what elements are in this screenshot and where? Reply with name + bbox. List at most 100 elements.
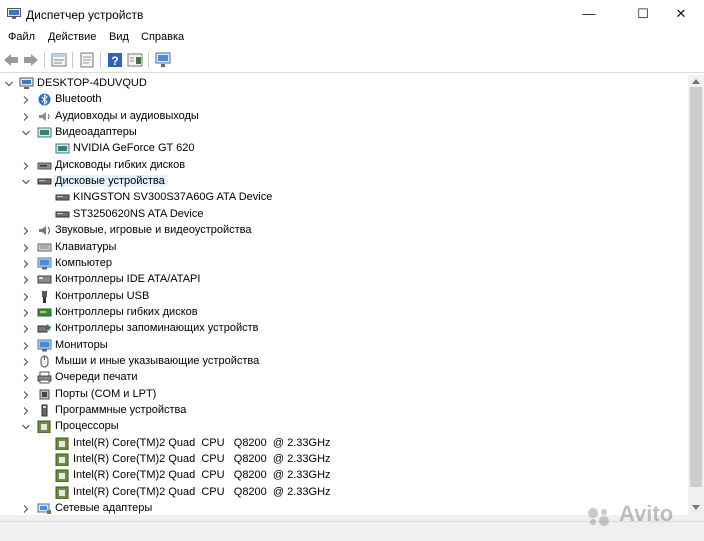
chevron-right-icon[interactable] xyxy=(21,259,31,269)
monitor-icon xyxy=(37,339,52,352)
tree-item-label: Контроллеры USB xyxy=(55,289,150,302)
tree-category[interactable]: Мыши и иные указывающие устройства xyxy=(0,354,688,370)
tree-category[interactable]: Программные устройства xyxy=(0,403,688,419)
vertical-scrollbar[interactable] xyxy=(688,75,704,515)
tree-category[interactable]: Контроллеры IDE ATA/ATAPI xyxy=(0,272,688,288)
help-icon[interactable]: ? xyxy=(106,51,124,69)
tree-category[interactable]: Bluetooth xyxy=(0,92,688,108)
tree-device[interactable]: Intel(R) Core(TM)2 Quad CPU Q8200 @ 2.33… xyxy=(0,485,688,501)
toolbar: ? xyxy=(0,48,704,73)
tree-category[interactable]: Сетевые адаптеры xyxy=(0,501,688,515)
audio-icon xyxy=(39,111,50,121)
tree-device[interactable]: NVIDIA GeForce GT 620 xyxy=(0,141,688,157)
properties-icon[interactable] xyxy=(50,51,68,69)
network-adapter-icon xyxy=(37,503,51,515)
tree-item-label: NVIDIA GeForce GT 620 xyxy=(73,142,195,155)
floppy-drive-icon xyxy=(37,162,52,170)
tree-category[interactable]: Клавиатуры xyxy=(0,240,688,256)
chevron-right-icon[interactable] xyxy=(21,275,31,285)
tree-item-label: Контроллеры запоминающих устройств xyxy=(55,322,259,335)
toolbar-separator xyxy=(44,52,45,68)
display-adapter-icon xyxy=(55,143,70,154)
tree-device[interactable]: Intel(R) Core(TM)2 Quad CPU Q8200 @ 2.33… xyxy=(0,452,688,468)
tree-category[interactable]: Звуковые, игровые и видеоустройства xyxy=(0,223,688,239)
chevron-right-icon[interactable] xyxy=(21,390,31,400)
back-icon[interactable] xyxy=(2,51,20,69)
tree-category[interactable]: Процессоры xyxy=(0,419,688,435)
monitor-icon xyxy=(37,257,52,270)
tree-device[interactable]: Intel(R) Core(TM)2 Quad CPU Q8200 @ 2.33… xyxy=(0,436,688,452)
forward-icon[interactable] xyxy=(22,51,40,69)
chevron-down-icon[interactable] xyxy=(21,422,31,432)
chevron-right-icon[interactable] xyxy=(21,112,31,122)
chevron-right-icon[interactable] xyxy=(21,226,31,236)
chevron-right-icon[interactable] xyxy=(21,95,31,105)
device-tree[interactable]: DESKTOP-4DUVQUD Bluetooth Аудиовходы и ауд… xyxy=(0,75,688,515)
tree-category[interactable]: Контроллеры гибких дисков xyxy=(0,305,688,321)
toolbar-separator xyxy=(100,52,101,68)
chevron-right-icon[interactable] xyxy=(21,504,31,514)
minimize-button[interactable]: — xyxy=(566,0,612,28)
tree-item-label: Аудиовходы и аудиовыходы xyxy=(55,109,199,122)
tree-item-label: Intel(R) Core(TM)2 Quad CPU Q8200 @ 2.33… xyxy=(73,436,331,449)
processor-icon xyxy=(55,437,69,450)
tree-item-label: DESKTOP-4DUVQUD xyxy=(37,77,147,89)
ide-controller-icon xyxy=(37,275,52,284)
update-driver-icon[interactable] xyxy=(78,51,96,69)
chevron-right-icon[interactable] xyxy=(21,243,31,253)
tree-item-label: ST3250620NS ATA Device xyxy=(73,207,204,220)
disk-drive-icon xyxy=(37,178,52,185)
tree-root[interactable]: DESKTOP-4DUVQUD xyxy=(0,76,688,92)
computer-icon xyxy=(19,77,34,89)
tree-category[interactable]: Дисководы гибких дисков xyxy=(0,158,688,174)
tree-item-label: Intel(R) Core(TM)2 Quad CPU Q8200 @ 2.33… xyxy=(73,453,331,466)
tree-category[interactable]: Контроллеры USB xyxy=(0,289,688,305)
menu-view[interactable]: Вид xyxy=(109,31,129,43)
chevron-right-icon[interactable] xyxy=(21,357,31,367)
tree-category[interactable]: Порты (COM и LPT) xyxy=(0,387,688,403)
chevron-down-icon[interactable] xyxy=(4,79,14,89)
chevron-right-icon[interactable] xyxy=(21,373,31,383)
chevron-right-icon[interactable] xyxy=(21,292,31,302)
tree-item-label: Клавиатуры xyxy=(55,240,117,253)
window-title: Диспетчер устройств xyxy=(26,8,144,22)
tree-category[interactable]: Аудиовходы и аудиовыходы xyxy=(0,109,688,125)
chevron-right-icon[interactable] xyxy=(21,161,31,171)
tree-category[interactable]: Мониторы xyxy=(0,338,688,354)
chevron-right-icon[interactable] xyxy=(21,341,31,351)
tree-category[interactable]: Очереди печати xyxy=(0,370,688,386)
scan-hardware-icon[interactable] xyxy=(154,51,172,69)
tree-item-label: Видеоадаптеры xyxy=(55,126,137,139)
disk-drive-icon xyxy=(55,211,70,218)
tree-category[interactable]: Компьютер xyxy=(0,256,688,272)
tree-item-label: Дисковые устройства xyxy=(53,175,167,188)
menu-action[interactable]: Действие xyxy=(48,31,96,43)
tree-item-label: Мониторы xyxy=(55,338,108,351)
menu-file[interactable]: Файл xyxy=(8,31,35,43)
scroll-down-icon[interactable] xyxy=(692,505,700,511)
scrollbar-thumb[interactable] xyxy=(690,87,702,487)
processor-icon xyxy=(55,486,69,499)
bluetooth-icon xyxy=(38,93,51,106)
tree-device[interactable]: ST3250620NS ATA Device xyxy=(0,207,688,223)
tree-item-label: Intel(R) Core(TM)2 Quad CPU Q8200 @ 2.33… xyxy=(73,485,331,498)
tree-category[interactable]: Видеоадаптеры xyxy=(0,125,688,141)
tree-category[interactable]: Контроллеры запоминающих устройств xyxy=(0,321,688,337)
chevron-right-icon[interactable] xyxy=(21,406,31,416)
tree-category[interactable]: Дисковые устройства xyxy=(0,174,688,190)
chevron-down-icon[interactable] xyxy=(21,177,31,187)
tree-item-label: Контроллеры гибких дисков xyxy=(55,305,198,318)
software-device-icon xyxy=(41,404,48,417)
tree-device[interactable]: KINGSTON SV300S37A60G ATA Device xyxy=(0,190,688,206)
view-icon[interactable] xyxy=(126,51,144,69)
close-button[interactable]: ✕ xyxy=(658,0,704,28)
tree-item-label: Программные устройства xyxy=(55,404,187,416)
tree-item-label: Контроллеры IDE ATA/ATAPI xyxy=(55,273,201,286)
chevron-right-icon[interactable] xyxy=(21,324,31,334)
scroll-up-icon[interactable] xyxy=(692,78,700,84)
disk-drive-icon xyxy=(55,194,70,201)
tree-device[interactable]: Intel(R) Core(TM)2 Quad CPU Q8200 @ 2.33… xyxy=(0,468,688,484)
menu-help[interactable]: Справка xyxy=(141,31,184,43)
chevron-down-icon[interactable] xyxy=(21,128,31,138)
chevron-right-icon[interactable] xyxy=(21,308,31,318)
